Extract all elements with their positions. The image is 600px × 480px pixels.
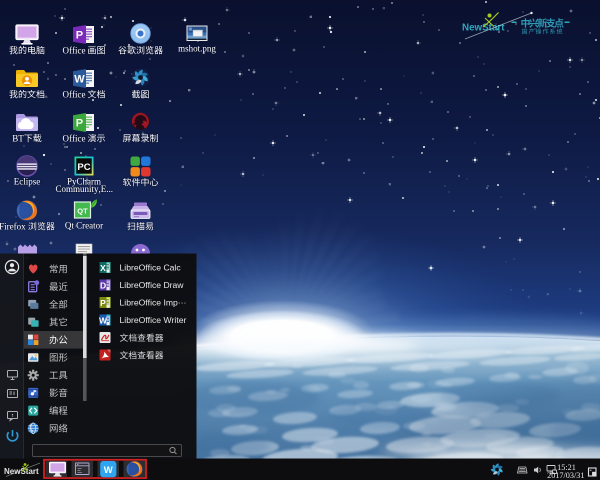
svg-text:LibreOffice Writer: LibreOffice Writer [120, 315, 187, 325]
svg-text:P: P [76, 30, 83, 42]
svg-text:W: W [99, 315, 108, 325]
svg-text:LibreOffice Calc: LibreOffice Calc [120, 263, 182, 273]
svg-text:Office: Office [63, 134, 86, 144]
svg-text:Qt Creator: Qt Creator [65, 221, 103, 231]
svg-text:Office: Office [63, 90, 86, 100]
svg-text:BT: BT [12, 134, 24, 144]
svg-text:PC: PC [77, 162, 90, 173]
svg-text:LibreOffice Imp···: LibreOffice Imp··· [120, 298, 187, 308]
svg-text:X: X [100, 263, 106, 273]
svg-text:Eclipse: Eclipse [14, 177, 41, 187]
svg-text:LibreOffice Draw: LibreOffice Draw [120, 280, 185, 290]
svg-text:mshot.png: mshot.png [178, 44, 216, 54]
svg-text:P: P [100, 298, 106, 308]
svg-text:P: P [76, 118, 83, 130]
svg-text:2017/03/31: 2017/03/31 [547, 471, 584, 480]
svg-text:W: W [74, 74, 85, 86]
svg-text:Firefox: Firefox [0, 222, 26, 232]
svg-text:Office: Office [63, 46, 86, 56]
svg-text:D: D [100, 280, 106, 290]
svg-text:QT: QT [77, 207, 88, 216]
svg-text:Community,E...: Community,E... [56, 184, 114, 194]
svg-text:W: W [104, 465, 113, 476]
